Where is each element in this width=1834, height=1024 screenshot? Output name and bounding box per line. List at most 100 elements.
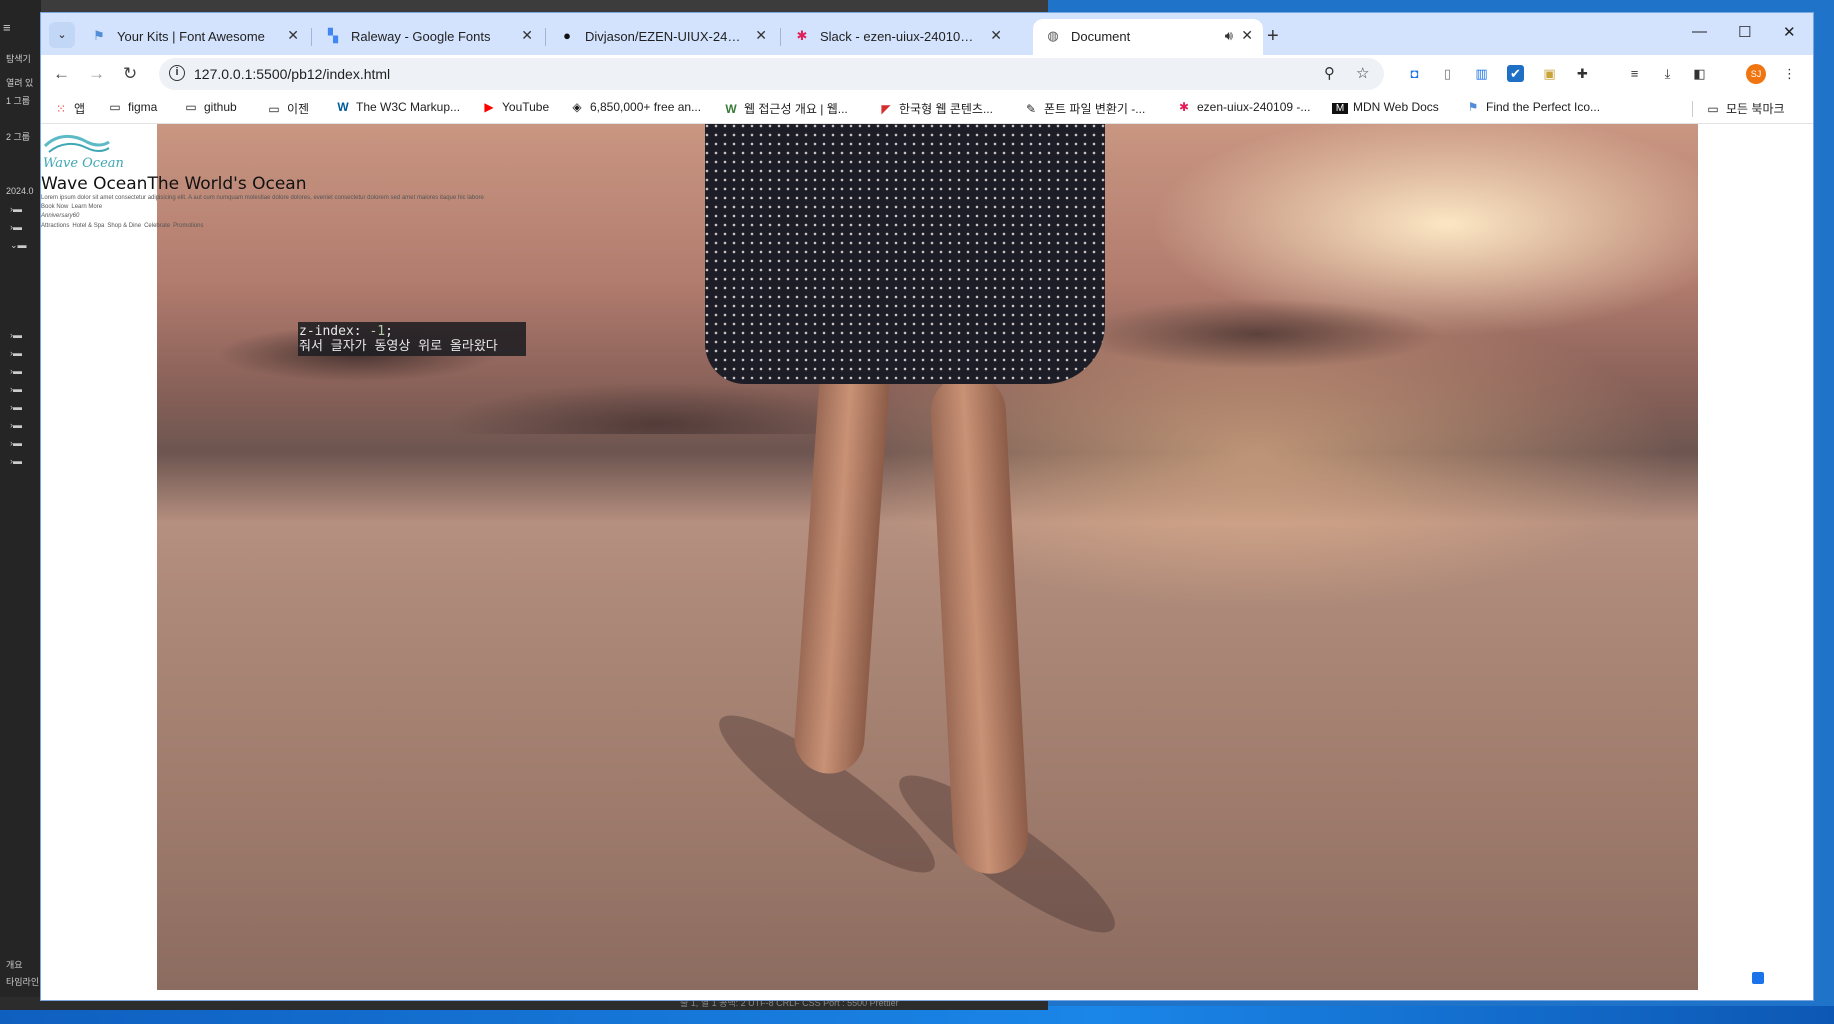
page-title: Wave OceanThe World's Ocean	[41, 174, 307, 194]
folder-icon[interactable]: ›▬	[10, 222, 28, 232]
bookmark-apps[interactable]: ⁙ 앱	[53, 100, 85, 117]
star-icon[interactable]: ☆	[1356, 64, 1369, 82]
folder-icon[interactable]: ›▬	[10, 402, 28, 412]
folder-icon[interactable]: ›▬	[10, 420, 28, 430]
new-tab-button[interactable]: +	[1267, 25, 1279, 48]
background-video[interactable]	[157, 124, 1698, 990]
speaker-icon[interactable]: 🔊︎	[1225, 28, 1233, 44]
media-queue-icon[interactable]: ≡	[1626, 65, 1643, 82]
close-window-icon[interactable]: ✕	[1783, 23, 1796, 41]
tab-document[interactable]: ◍ Document 🔊︎ ✕	[1033, 19, 1263, 55]
close-icon[interactable]: ✕	[990, 27, 1002, 44]
learn-more-button[interactable]: Learn More	[71, 204, 102, 210]
nav-link-attractions[interactable]: Attractions	[41, 223, 69, 229]
bookmark-all-bookmarks[interactable]: ▭ 모든 북마크	[1705, 100, 1784, 117]
extension-icon[interactable]: ◘	[1406, 65, 1423, 82]
flag-icon: ⚑	[1467, 100, 1479, 114]
extension-icon[interactable]: ▣	[1541, 65, 1558, 82]
zoom-icon[interactable]: ⚲	[1324, 64, 1335, 82]
bookmark-slack[interactable]: ✱ ezen-uiux-240109 -...	[1176, 100, 1310, 114]
group-2-label[interactable]: 2 그룹	[6, 130, 30, 143]
logo-text[interactable]: Wave Ocean	[43, 156, 124, 171]
bookmark-youtube[interactable]: ▶ YouTube	[481, 100, 549, 114]
mdn-icon: M	[1332, 103, 1348, 114]
main-nav: Attractions Hotel & Spa Shop & Dine Celebra…	[41, 223, 206, 229]
url-text[interactable]: 127.0.0.1:5500/pb12/index.html	[194, 66, 390, 82]
nav-link-shop-dine[interactable]: Shop & Dine	[107, 223, 141, 229]
folder-icon[interactable]: ›▬	[10, 366, 28, 376]
bookmark-freepik[interactable]: ◈ 6,850,000+ free an...	[569, 100, 701, 114]
folder-icon[interactable]: ›▬	[10, 330, 28, 340]
w-icon: W	[725, 102, 737, 116]
puzzle-icon[interactable]: ✚	[1574, 65, 1591, 82]
folder-icon[interactable]: ›▬	[10, 438, 28, 448]
more-menu-icon[interactable]: ⋮	[1781, 65, 1798, 82]
group-1-label[interactable]: 1 그룹	[6, 94, 30, 107]
bookmark-font-converter[interactable]: ✎ 폰트 파일 변환기 -...	[1023, 100, 1145, 117]
close-icon[interactable]: ✕	[1241, 27, 1253, 44]
address-bar[interactable]: i 127.0.0.1:5500/pb12/index.html ⚲ ☆	[159, 58, 1384, 90]
nav-link-celebrate[interactable]: Celebrate	[144, 223, 170, 229]
outline-label[interactable]: 개요	[6, 958, 23, 971]
tab-search-icon[interactable]: ⌄	[49, 22, 75, 48]
bookmark-ezen[interactable]: ▭ 이젠	[266, 100, 309, 117]
close-icon[interactable]: ✕	[287, 27, 299, 44]
cta-buttons: Book Now Learn More	[41, 204, 105, 210]
side-panel-icon[interactable]: ◧	[1691, 65, 1708, 82]
wave-logo-icon[interactable]	[43, 132, 111, 156]
bookmark-w3c[interactable]: W The W3C Markup...	[335, 100, 460, 114]
github-icon: ●	[563, 28, 571, 43]
book-now-button[interactable]: Book Now	[41, 204, 68, 210]
site-info-icon[interactable]: i	[169, 65, 185, 81]
maximize-icon[interactable]: ☐	[1738, 23, 1751, 41]
folder-icon[interactable]: ›▬	[10, 348, 28, 358]
folder-icon[interactable]: ›▬	[10, 456, 28, 466]
bookmark-mdn[interactable]: M MDN Web Docs	[1332, 100, 1439, 114]
explorer-label: 탐색기	[6, 54, 31, 64]
tab-title: Your Kits | Font Awesome	[117, 29, 265, 44]
close-icon[interactable]: ✕	[521, 27, 533, 44]
extension-icon[interactable]: ✔	[1507, 65, 1524, 82]
folder-icon: ▭	[268, 102, 280, 116]
page-viewport: Wave Ocean Wave OceanThe World's Ocean L…	[41, 124, 1813, 1000]
minimize-icon[interactable]: —	[1692, 23, 1707, 40]
workspace-folder-label[interactable]: 2024.0	[6, 186, 34, 196]
code-note-overlay: z-index: -1; 줘서 글자가 동영상 위로 올라왔다	[298, 322, 526, 356]
avatar[interactable]: SJ	[1746, 64, 1766, 84]
extension-icon[interactable]: ▥	[1473, 65, 1490, 82]
browser-toolbar: ← → ↻ i 127.0.0.1:5500/pb12/index.html ⚲…	[41, 55, 1813, 93]
nav-link-hotel-spa[interactable]: Hotel & Spa	[72, 223, 104, 229]
folder-icon[interactable]: ›▬	[10, 384, 28, 394]
download-icon[interactable]: ⤓	[1659, 65, 1676, 82]
folder-icon: ▭	[109, 100, 121, 114]
tab-font-awesome[interactable]: ⚑ Your Kits | Font Awesome ✕	[79, 19, 309, 55]
menu-icon[interactable]: ≡	[3, 20, 11, 35]
tab-google-fonts[interactable]: ▚ Raleway - Google Fonts ✕	[313, 19, 543, 55]
back-icon[interactable]: ←	[53, 64, 70, 84]
bookmark-find-icons[interactable]: ⚑ Find the Perfect Ico...	[1465, 100, 1600, 114]
tab-title: Slack - ezen-uiux-240109 - W…	[820, 29, 980, 44]
youtube-icon: ▶	[484, 100, 494, 114]
close-icon[interactable]: ✕	[755, 27, 767, 44]
bookmark-github[interactable]: ▭ github	[183, 100, 236, 114]
w3c-icon: W	[337, 100, 349, 114]
folder-icon: ▭	[185, 100, 197, 114]
folder-icon[interactable]: ›▬	[10, 204, 28, 214]
pdf-icon: ◤	[881, 102, 891, 116]
nav-link-promotions[interactable]: Promotions	[173, 223, 203, 229]
freepik-icon: ◈	[572, 100, 582, 114]
folder-icon[interactable]: ⌄▬	[10, 240, 28, 250]
bookmark-korean-web-content[interactable]: ◤ 한국형 웹 콘텐츠...	[878, 100, 993, 117]
tab-github[interactable]: ● Divjason/EZEN-UIUX-240109 ✕	[547, 19, 777, 55]
extension-icon[interactable]: ▯	[1439, 65, 1456, 82]
open-editors-label[interactable]: 열려 있	[6, 76, 33, 89]
tab-slack[interactable]: ✱ Slack - ezen-uiux-240109 - W… ✕	[782, 19, 1012, 55]
note-line-1: z-index: -1;	[299, 324, 393, 339]
slack-icon: ✱	[1178, 100, 1190, 114]
forward-icon[interactable]: →	[88, 64, 105, 84]
timeline-label[interactable]: 타임라인	[6, 975, 39, 988]
vscode-notification-icon[interactable]	[1752, 972, 1764, 984]
bookmark-figma[interactable]: ▭ figma	[107, 100, 157, 114]
bookmark-web-accessibility[interactable]: W웹 접근성 개요 | 웹...	[723, 100, 847, 117]
reload-icon[interactable]: ↻	[123, 64, 137, 84]
